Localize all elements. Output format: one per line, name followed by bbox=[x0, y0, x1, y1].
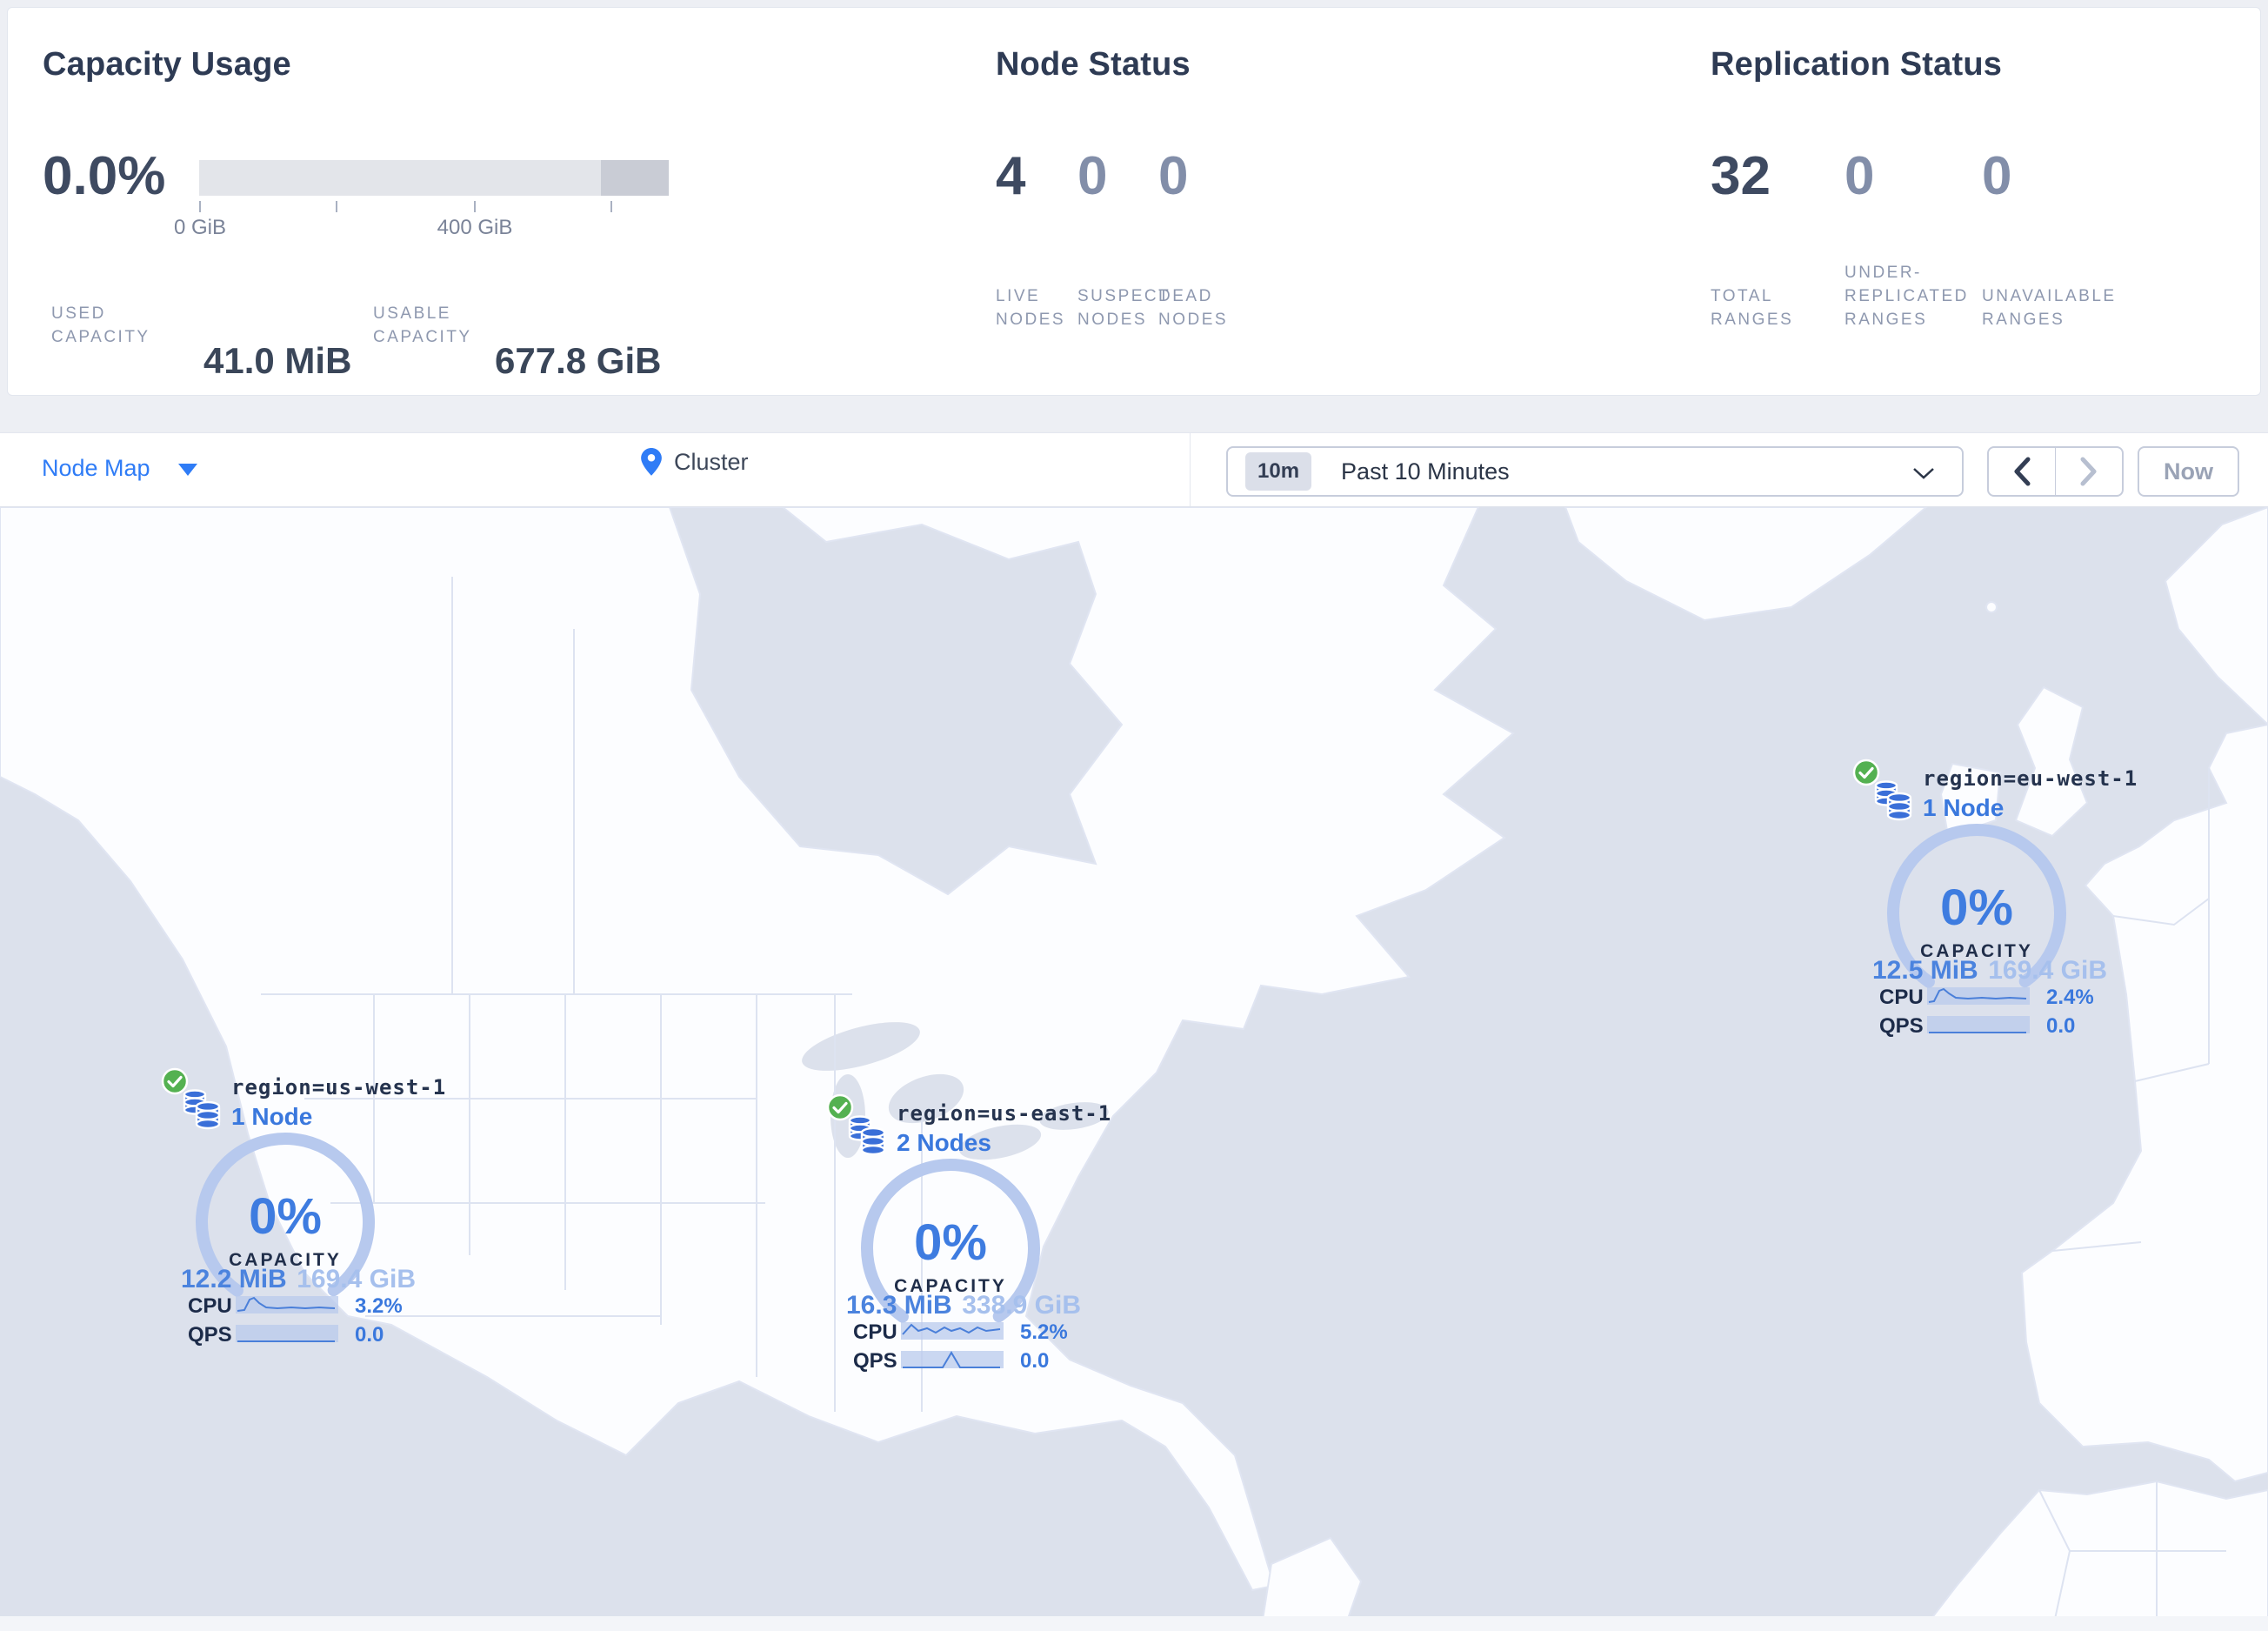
dead-nodes-label: DEAD NODES bbox=[1158, 287, 1229, 329]
total-capacity: 169.4 GiB bbox=[297, 1265, 416, 1293]
usable-capacity-label: USABLE CAPACITY bbox=[373, 304, 472, 346]
node-status-title: Node Status bbox=[996, 46, 1191, 83]
cpu-label: CPU bbox=[853, 1320, 897, 1344]
chevron-right-icon bbox=[2080, 457, 2097, 486]
cpu-value: 2.4% bbox=[2046, 986, 2094, 1009]
total-ranges-label: TOTAL RANGES bbox=[1711, 287, 1794, 329]
cpu-sparkline bbox=[1927, 987, 2030, 1005]
breadcrumb-label: Cluster bbox=[674, 448, 749, 475]
suspect-nodes-label: SUSPECT NODES bbox=[1077, 287, 1171, 329]
region-marker-eu-west-1[interactable]: region=eu-west-1 1 Node 0% CAPACITY 12.5… bbox=[1839, 752, 2137, 1053]
next-time-window-button[interactable] bbox=[2056, 448, 2123, 495]
capacity-axis-tick bbox=[199, 201, 201, 212]
svg-text:0%: 0% bbox=[249, 1188, 322, 1245]
map-footer-strip bbox=[0, 1616, 2268, 1631]
qps-value: 0.0 bbox=[2046, 1014, 2076, 1038]
view-selector-label: Node Map bbox=[42, 455, 150, 481]
region-label: region=us-east-1 bbox=[897, 1101, 1112, 1126]
total-capacity: 169.4 GiB bbox=[1988, 956, 2107, 985]
replication-status-title: Replication Status bbox=[1711, 46, 2003, 83]
used-capacity-label: USED CAPACITY bbox=[51, 304, 150, 346]
region-label: region=eu-west-1 bbox=[1923, 766, 2138, 791]
chevron-left-icon bbox=[2014, 457, 2031, 486]
qps-sparkline bbox=[901, 1351, 1004, 1368]
chevron-down-icon bbox=[1913, 468, 1934, 479]
cpu-sparkline bbox=[901, 1322, 1004, 1340]
capacity-axis-tick bbox=[474, 201, 476, 212]
island bbox=[1985, 601, 1998, 613]
total-ranges-value: 32 bbox=[1711, 146, 1771, 206]
cpu-sparkline bbox=[236, 1296, 338, 1313]
previous-time-window-button[interactable] bbox=[1989, 448, 2056, 495]
cpu-label: CPU bbox=[1879, 986, 1924, 1009]
capacity-axis-tick bbox=[336, 201, 337, 212]
time-range-badge: 10m bbox=[1245, 452, 1312, 491]
time-window-arrows bbox=[1987, 446, 2124, 497]
cluster-summary-panel: Capacity Usage 0.0% 0 GiB 400 GiB USED CA… bbox=[7, 7, 2261, 396]
capacity-bar-reserved-segment bbox=[601, 160, 669, 196]
time-range-label: Past 10 Minutes bbox=[1341, 458, 1510, 485]
toolbar-divider bbox=[1190, 433, 1191, 506]
svg-text:0%: 0% bbox=[914, 1214, 987, 1271]
qps-label: QPS bbox=[188, 1323, 232, 1347]
qps-label: QPS bbox=[853, 1349, 897, 1373]
dead-nodes-value: 0 bbox=[1158, 146, 1189, 206]
usable-capacity-value: 677.8 GiB bbox=[495, 340, 662, 381]
capacity-axis-tick bbox=[610, 201, 612, 212]
time-range-dropdown[interactable]: 10m Past 10 Minutes bbox=[1226, 446, 1964, 497]
qps-label: QPS bbox=[1879, 1014, 1924, 1038]
used-capacity-value: 41.0 MiB bbox=[203, 340, 352, 381]
region-marker-us-west-1[interactable]: region=us-west-1 1 Node 0% CAPACITY 12.2… bbox=[148, 1061, 445, 1361]
region-label: region=us-west-1 bbox=[231, 1075, 447, 1100]
capacity-usage-percent: 0.0% bbox=[43, 146, 166, 206]
under-replicated-ranges-value: 0 bbox=[1844, 146, 1875, 206]
breadcrumb[interactable]: Cluster bbox=[641, 448, 749, 476]
total-capacity: 338.9 GiB bbox=[962, 1291, 1081, 1320]
live-nodes-label: LIVE NODES bbox=[996, 287, 1066, 329]
region-marker-us-east-1[interactable]: region=us-east-1 2 Nodes 0% CAPACITY 16.… bbox=[813, 1087, 1111, 1387]
suspect-nodes-value: 0 bbox=[1077, 146, 1108, 206]
qps-sparkline bbox=[1927, 1016, 2030, 1033]
unavailable-ranges-label: UNAVAILABLE RANGES bbox=[1982, 287, 2117, 329]
qps-value: 0.0 bbox=[1020, 1349, 1050, 1373]
used-capacity: 12.5 MiB bbox=[1872, 956, 1978, 985]
map-pin-icon bbox=[641, 448, 662, 476]
capacity-usage-title: Capacity Usage bbox=[43, 46, 291, 83]
capacity-axis-label-0: 0 GiB bbox=[173, 216, 227, 239]
qps-sparkline bbox=[236, 1325, 338, 1342]
unavailable-ranges-value: 0 bbox=[1982, 146, 2012, 206]
map-toolbar: Node Map Cluster 10m Past 10 Minutes Now bbox=[0, 432, 2268, 507]
node-map-page: Capacity Usage 0.0% 0 GiB 400 GiB USED CA… bbox=[0, 0, 2268, 1631]
view-selector-dropdown[interactable]: Node Map bbox=[42, 455, 197, 482]
capacity-axis-label-400: 400 GiB bbox=[437, 216, 513, 239]
qps-value: 0.0 bbox=[355, 1323, 384, 1347]
now-button[interactable]: Now bbox=[2138, 446, 2239, 497]
used-capacity: 16.3 MiB bbox=[846, 1291, 952, 1320]
cpu-value: 5.2% bbox=[1020, 1320, 1068, 1344]
live-nodes-value: 4 bbox=[996, 146, 1026, 206]
svg-text:0%: 0% bbox=[1940, 879, 2013, 936]
cpu-label: CPU bbox=[188, 1294, 232, 1318]
capacity-bar bbox=[199, 160, 669, 196]
used-capacity: 12.2 MiB bbox=[181, 1265, 287, 1293]
chevron-down-icon bbox=[177, 463, 197, 476]
under-replicated-ranges-label: UNDER- REPLICATED RANGES bbox=[1844, 264, 1969, 329]
cpu-value: 3.2% bbox=[355, 1294, 403, 1318]
